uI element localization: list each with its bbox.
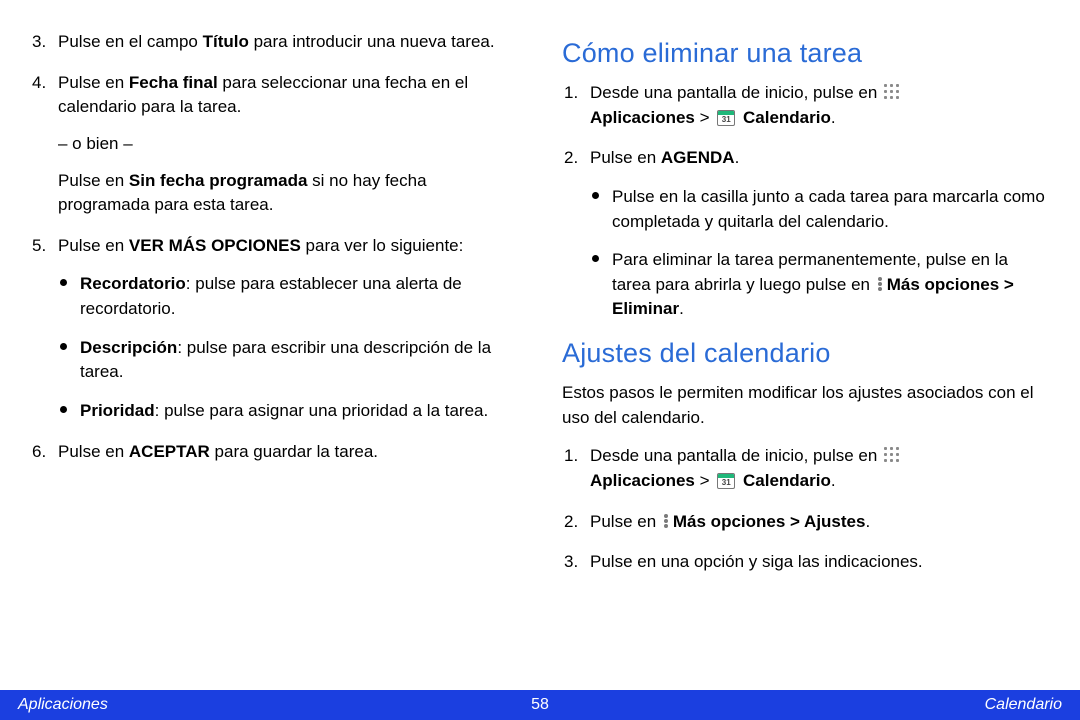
calendar-icon	[717, 110, 735, 126]
label: Prioridad	[80, 401, 155, 420]
two-column-layout: Pulse en el campo Título para introducir…	[30, 30, 1050, 680]
text: Pulse en	[58, 236, 129, 255]
more-options-list: Recordatorio: pulse para establecer una …	[58, 272, 518, 423]
bold-aplicaciones: Aplicaciones	[590, 108, 695, 127]
step-5: Pulse en VER MÁS OPCIONES para ver lo si…	[30, 234, 518, 424]
settings-steps: Desde una pantalla de inicio, pulse en A…	[562, 444, 1050, 575]
text: : pulse para asignar una prioridad a la …	[155, 401, 489, 420]
apps-grid-icon	[884, 84, 900, 100]
more-vertical-icon	[876, 277, 884, 291]
gt: >	[695, 471, 714, 490]
opt-descripcion: Descripción: pulse para escribir una des…	[58, 336, 518, 385]
right-column: Cómo eliminar una tarea Desde una pantal…	[540, 30, 1050, 680]
text: .	[831, 108, 836, 127]
label: Recordatorio	[80, 274, 186, 293]
text: .	[831, 471, 836, 490]
bold-aplicaciones: Aplicaciones	[590, 471, 695, 490]
text: .	[679, 299, 684, 318]
label: Descripción	[80, 338, 177, 357]
delete-task-steps: Desde una pantalla de inicio, pulse en A…	[562, 81, 1050, 322]
text: .	[865, 512, 870, 531]
text: Desde una pantalla de inicio, pulse en	[590, 83, 882, 102]
step-4: Pulse en Fecha final para seleccionar un…	[30, 71, 518, 218]
gt: >	[695, 108, 714, 127]
more-vertical-icon	[662, 514, 670, 528]
bold-aceptar: ACEPTAR	[129, 442, 210, 461]
text: Pulse en	[590, 512, 661, 531]
text: Desde una pantalla de inicio, pulse en	[590, 446, 882, 465]
bullet-delete-permanent: Para eliminar la tarea permanentemente, …	[590, 248, 1050, 322]
text: Pulse en	[58, 171, 129, 190]
step-6: Pulse en ACEPTAR para guardar la tarea.	[30, 440, 518, 465]
page-number: 58	[531, 696, 549, 714]
step-3: Pulse en el campo Título para introducir…	[30, 30, 518, 55]
settings-intro: Estos pasos le permiten modificar los aj…	[562, 381, 1050, 430]
or-divider: – o bien –	[58, 132, 518, 157]
manual-page: Pulse en el campo Título para introducir…	[0, 0, 1080, 720]
calendar-icon	[717, 473, 735, 489]
bold-calendario: Calendario	[743, 471, 831, 490]
text: Pulse en el campo	[58, 32, 203, 51]
bullet-mark-complete: Pulse en la casilla junto a cada tarea p…	[590, 185, 1050, 234]
del-step-2: Pulse en AGENDA. Pulse en la casilla jun…	[562, 146, 1050, 322]
heading-calendar-settings: Ajustes del calendario	[562, 338, 1050, 369]
opt-recordatorio: Recordatorio: pulse para establecer una …	[58, 272, 518, 321]
apps-grid-icon	[884, 447, 900, 463]
bold-calendario: Calendario	[743, 108, 831, 127]
bold-titulo: Título	[203, 32, 249, 51]
opt-prioridad: Prioridad: pulse para asignar una priori…	[58, 399, 518, 424]
set-step-2: Pulse en Más opciones > Ajustes.	[562, 510, 1050, 535]
bold-agenda: AGENDA	[661, 148, 735, 167]
text: Pulse en	[590, 148, 661, 167]
bold-sin-fecha: Sin fecha programada	[129, 171, 308, 190]
text: Pulse en	[58, 442, 129, 461]
heading-delete-task: Cómo eliminar una tarea	[562, 38, 1050, 69]
set-step-1: Desde una pantalla de inicio, pulse en A…	[562, 444, 1050, 493]
set-step-3: Pulse en una opción y siga las indicacio…	[562, 550, 1050, 575]
del-step-1: Desde una pantalla de inicio, pulse en A…	[562, 81, 1050, 130]
bold-ver-mas: VER MÁS OPCIONES	[129, 236, 301, 255]
text: .	[735, 148, 740, 167]
text: para introducir una nueva tarea.	[249, 32, 495, 51]
text: para guardar la tarea.	[210, 442, 378, 461]
bold-fecha-final: Fecha final	[129, 73, 218, 92]
text: para ver lo siguiente:	[301, 236, 464, 255]
delete-sub-bullets: Pulse en la casilla junto a cada tarea p…	[590, 185, 1050, 322]
text: Pulse en	[58, 73, 129, 92]
left-column: Pulse en el campo Título para introducir…	[30, 30, 540, 680]
footer-left: Aplicaciones	[18, 696, 108, 714]
bold-mas-opciones-ajustes: Más opciones > Ajustes	[673, 512, 866, 531]
footer-right: Calendario	[985, 696, 1062, 714]
task-create-steps: Pulse en el campo Título para introducir…	[30, 30, 518, 464]
page-footer: Aplicaciones 58 Calendario	[0, 690, 1080, 720]
